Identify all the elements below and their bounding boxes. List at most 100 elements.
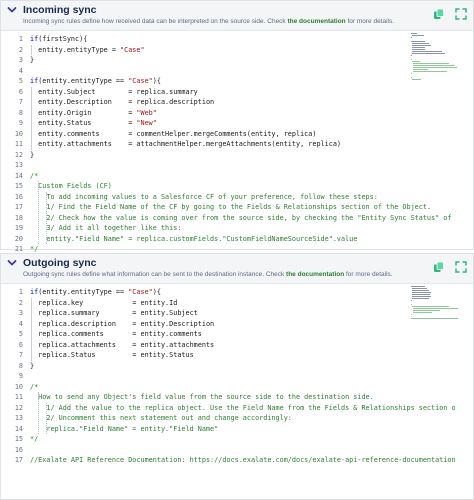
line-number: 17 [14,456,23,464]
code-text: //Exalate API Reference Documentation: h… [30,456,456,464]
indent-guide [46,402,48,434]
code-line[interactable]: 9 entity.Status = "New" [1,118,157,129]
code-line[interactable]: 7 replica.Status = entity.Status [1,350,194,361]
line-number: 5 [18,77,23,85]
line-number: 6 [18,340,23,349]
code-line[interactable]: 5 if(entity.entityType == "Case"){ [1,76,161,87]
minimap-line [411,318,458,319]
minimap-line [411,288,428,289]
minimap-line [411,59,412,60]
indent-guide [38,181,40,244]
code-line[interactable]: 4 [1,66,23,77]
code-text: 1/ Find the Field Name of the CF by goin… [30,203,432,211]
minimap-line [411,45,432,46]
minimap-line [411,304,412,305]
code-line[interactable]: 2 entity.entityType = "Case" [1,45,145,56]
code-minimap[interactable] [411,286,467,322]
code-text: entity.Origin = "Web" [30,108,157,117]
copy-icon[interactable] [433,8,445,20]
code-line[interactable]: 3 replica.summary = entity.Subject [1,308,198,319]
header-actions [433,261,467,273]
code-line[interactable]: 7 entity.Description = replica.descripti… [1,97,214,108]
minimap-line [411,61,420,62]
code-line[interactable]: 9 [1,371,23,382]
code-minimap[interactable] [411,33,467,83]
minimap-line [411,290,430,291]
chevron-down-icon[interactable] [7,5,17,15]
line-number: 5 [18,330,23,338]
code-text: entity.Subject = replica.summary [30,87,198,96]
code-line[interactable]: 14 /* [1,171,38,182]
documentation-link[interactable]: the documentation [288,18,346,25]
line-number: 1 [18,35,23,43]
line-number: 6 [18,87,23,96]
incoming-sync-title: Incoming sync [23,4,97,16]
code-line[interactable]: 15 */ [1,434,38,445]
line-number: 4 [18,66,23,75]
line-number: 10 [14,129,23,138]
code-line[interactable]: 2 replica.key = entity.Id [1,298,177,309]
code-line[interactable]: 5 replica.comments = entity.comments [1,329,202,340]
description-text: Outgoing sync rules define what informat… [23,271,287,278]
code-line[interactable]: 11 How to send any Object's field value … [1,392,374,403]
code-line[interactable]: 10 /* [1,382,38,393]
code-line[interactable]: 1 if(firstSync){ [1,34,87,45]
line-number: 12 [14,403,23,412]
code-text: entity.comments = commentHelper.mergeCom… [30,129,317,138]
code-line[interactable]: 18 2/ Check how the value is coming over… [1,213,452,224]
expand-icon[interactable] [455,261,467,273]
code-line[interactable]: 11 entity.attachments = attachmentHelper… [1,139,341,150]
code-line[interactable]: 14 replica."Field Name" = entity."Field … [1,424,218,435]
line-number: 19 [14,224,23,232]
line-number: 16 [14,445,23,454]
minimap-line [411,296,432,297]
code-line[interactable]: 13 2/ Uncomment this next statement out … [1,413,292,424]
minimap-line [412,71,447,72]
documentation-link[interactable]: the documentation [286,271,344,278]
code-line[interactable]: 17 //Exalate API Reference Documentation:… [1,455,456,466]
code-line[interactable]: 16 [1,445,23,456]
code-line[interactable]: 6 replica.attachments = entity.attachmen… [1,340,214,351]
code-line[interactable]: 10 entity.comments = commentHelper.merge… [1,129,317,140]
line-number: 1 [18,288,23,296]
outgoing-code-editor[interactable]: 1 if(entity.entityType == "Case"){ 2 repli… [1,285,473,499]
header-actions [433,8,467,20]
code-line[interactable]: 13 [1,160,23,171]
code-text: replica.attachments = entity.attachments [30,340,215,349]
code-text: entity.Description = replica.description [30,98,215,106]
line-number: 2 [18,298,23,307]
code-line[interactable]: 12} [1,150,34,161]
code-line[interactable]: 1 if(entity.entityType == "Case"){ [1,287,161,298]
code-line[interactable]: 3} [1,55,34,66]
code-text: if(firstSync){ [30,35,88,43]
code-line[interactable]: 6 entity.Subject = replica.summary [1,87,198,98]
description-text-end: for more details. [344,271,393,278]
code-text: if(entity.entityType == "Case"){ [30,288,161,296]
expand-icon[interactable] [455,8,467,20]
code-line[interactable]: 8 entity.Origin = "Web" [1,108,157,119]
chevron-down-icon[interactable] [7,258,17,268]
minimap-line [411,292,432,293]
minimap-line [411,41,426,42]
code-line[interactable]: 4 replica.description = entity.Descripti… [1,319,214,330]
copy-icon[interactable] [433,261,445,273]
code-text: } [30,56,35,64]
minimap-line [411,294,430,295]
line-number: 3 [18,309,23,317]
code-line[interactable]: 16 To add incoming values to a Salesforc… [1,192,378,203]
code-line[interactable]: 15 Custom Fields (CF) [1,181,112,192]
code-line[interactable]: 20 entity."Field Name" = replica.customF… [1,234,358,245]
minimap-line [411,314,412,315]
code-line[interactable]: 17 1/ Find the Field Name of the CF by g… [1,202,431,213]
code-line[interactable]: 19 3/ Add it all together like this: [1,223,182,234]
code-line[interactable]: 8} [1,361,34,372]
code-text: replica.key = entity.Id [30,298,178,307]
code-line[interactable]: 12 1/ Add the value to the replica objec… [1,403,456,414]
outgoing-sync-header: Outgoing sync Outgoing sync rules define… [1,254,473,284]
incoming-code-editor[interactable]: 1 if(firstSync){ 2 entity.entityType = "Ca… [1,32,473,286]
line-number: 10 [14,382,23,391]
line-number: 2 [18,45,23,54]
code-text: if(entity.entityType == "Case"){ [30,77,161,85]
line-number: 16 [14,192,23,201]
line-number: 14 [14,424,23,433]
